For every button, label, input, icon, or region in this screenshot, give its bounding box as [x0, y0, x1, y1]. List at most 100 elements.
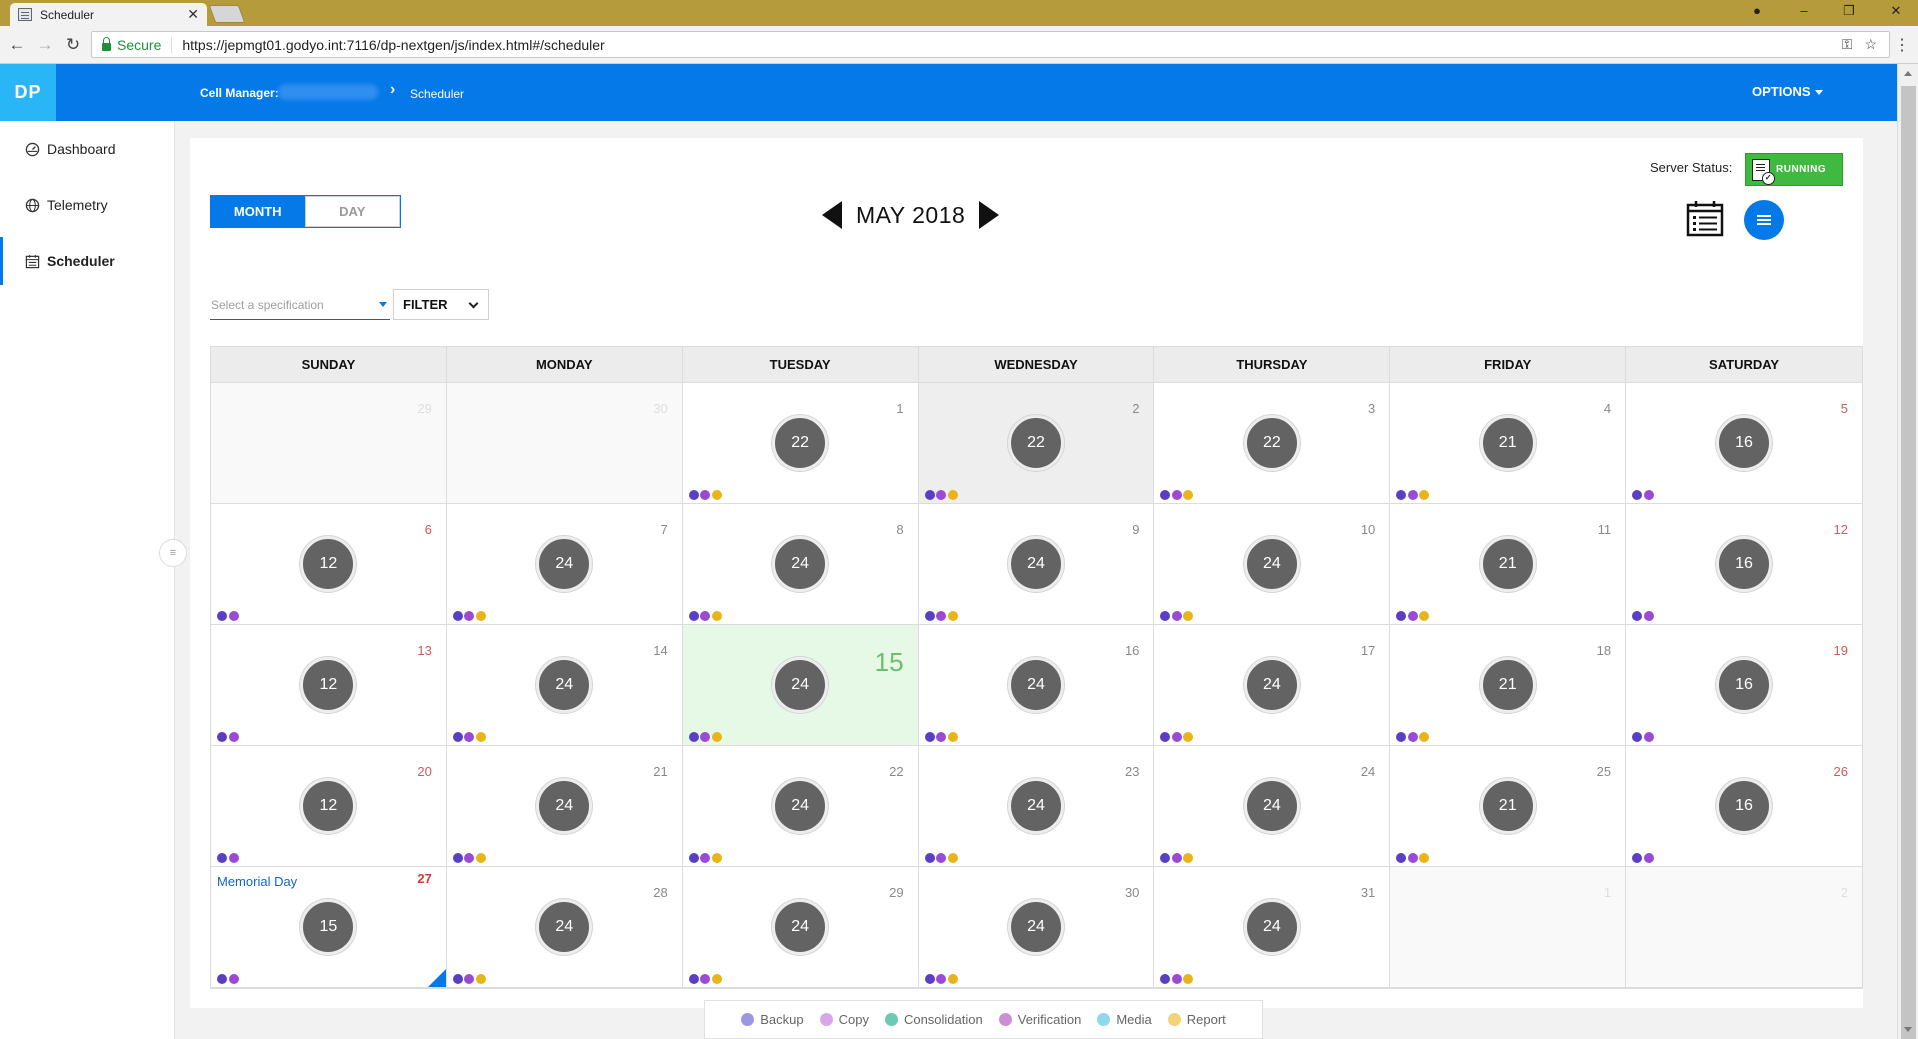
- sidebar-item-telemetry[interactable]: Telemetry: [0, 181, 175, 229]
- sidebar-collapse-handle[interactable]: ≡: [159, 539, 187, 567]
- calendar-day[interactable]: 29 24: [682, 867, 919, 988]
- new-tab-button[interactable]: [208, 5, 246, 23]
- close-window-icon[interactable]: ✕: [1885, 3, 1907, 19]
- job-count-badge[interactable]: 21: [1479, 415, 1536, 471]
- profile-icon[interactable]: ●: [1746, 3, 1768, 18]
- job-count-badge[interactable]: 12: [300, 778, 357, 834]
- calendar-day[interactable]: 30 24: [918, 867, 1155, 988]
- options-menu[interactable]: OPTIONS: [1752, 84, 1823, 99]
- minimize-icon[interactable]: –: [1793, 3, 1815, 18]
- job-count-badge[interactable]: 12: [300, 536, 357, 592]
- calendar-day[interactable]: 7 24: [446, 504, 683, 625]
- scroll-down-icon[interactable]: [1904, 1027, 1912, 1032]
- job-count-badge[interactable]: 24: [536, 899, 593, 955]
- calendar-day-today[interactable]: 15 24: [682, 625, 919, 746]
- filter-button[interactable]: FILTER: [393, 289, 489, 320]
- calendar-day[interactable]: 6 12: [211, 504, 447, 625]
- job-count-badge[interactable]: 22: [1007, 415, 1064, 471]
- calendar-day[interactable]: 31 24: [1154, 867, 1391, 988]
- calendar-day[interactable]: 27 Memorial Day 15: [211, 867, 447, 988]
- reload-icon[interactable]: ↻: [63, 35, 83, 55]
- job-count-badge[interactable]: 24: [536, 778, 593, 834]
- calendar-day[interactable]: 28 24: [446, 867, 683, 988]
- calendar-day[interactable]: 3 22: [1154, 383, 1391, 504]
- job-count-badge[interactable]: 24: [1007, 657, 1064, 713]
- job-count-badge[interactable]: 16: [1716, 415, 1773, 471]
- calendar-day[interactable]: 26 16: [1626, 746, 1862, 867]
- job-count-badge[interactable]: 24: [536, 657, 593, 713]
- job-count-badge[interactable]: 24: [1243, 536, 1300, 592]
- calendar-day[interactable]: 9 24: [918, 504, 1155, 625]
- address-bar[interactable]: Secure https://jepmgt01.godyo.int:7116/d…: [91, 31, 1890, 58]
- job-count-badge[interactable]: 24: [1243, 657, 1300, 713]
- job-count-badge[interactable]: 15: [300, 899, 357, 955]
- calendar-day[interactable]: 10 24: [1154, 504, 1391, 625]
- job-count-badge[interactable]: 24: [772, 536, 829, 592]
- server-status-badge[interactable]: RUNNING: [1745, 153, 1843, 186]
- key-icon[interactable]: ⚿: [1842, 36, 1853, 53]
- job-count-badge[interactable]: 24: [1007, 778, 1064, 834]
- sidebar-item-dashboard[interactable]: Dashboard: [0, 125, 175, 173]
- calendar-day[interactable]: 2 22: [918, 383, 1155, 504]
- next-month-icon[interactable]: [979, 201, 1000, 229]
- legend-item[interactable]: Consolidation: [884, 1012, 983, 1027]
- calendar-day[interactable]: 16 24: [918, 625, 1155, 746]
- specification-select[interactable]: Select a specification: [210, 290, 390, 320]
- job-count-badge[interactable]: 24: [1007, 536, 1064, 592]
- job-count-badge[interactable]: 24: [772, 778, 829, 834]
- menu-fab-button[interactable]: [1744, 200, 1784, 240]
- previous-month-icon[interactable]: [822, 201, 842, 229]
- scroll-thumb[interactable]: [1901, 86, 1916, 1039]
- job-count-badge[interactable]: 24: [772, 657, 829, 713]
- calendar-day[interactable]: 12 16: [1626, 504, 1862, 625]
- url-text[interactable]: https://jepmgt01.godyo.int:7116/dp-nextg…: [182, 37, 1841, 53]
- browser-menu-icon[interactable]: ⋮: [1894, 35, 1910, 55]
- back-icon[interactable]: ←: [7, 35, 27, 55]
- bookmark-star-icon[interactable]: ☆: [1864, 36, 1877, 53]
- breadcrumb-cell-manager-name[interactable]: [278, 84, 378, 100]
- browser-tab[interactable]: Scheduler ✕: [10, 3, 207, 26]
- job-count-badge[interactable]: 16: [1716, 536, 1773, 592]
- calendar-day[interactable]: 20 12: [211, 746, 447, 867]
- calendar-day[interactable]: 1 22: [682, 383, 919, 504]
- calendar-day[interactable]: 17 24: [1154, 625, 1391, 746]
- job-count-badge[interactable]: 22: [1243, 415, 1300, 471]
- legend-item[interactable]: Backup: [741, 1012, 804, 1027]
- calendar-day[interactable]: 25 21: [1390, 746, 1627, 867]
- scroll-up-icon[interactable]: [1904, 71, 1912, 76]
- calendar-day[interactable]: 5 16: [1626, 383, 1862, 504]
- close-tab-icon[interactable]: ✕: [187, 6, 199, 23]
- app-logo[interactable]: DP: [0, 64, 56, 121]
- legend-item[interactable]: Verification: [998, 1012, 1081, 1027]
- legend-item[interactable]: Copy: [819, 1012, 869, 1027]
- forward-icon[interactable]: →: [35, 35, 55, 55]
- job-count-badge[interactable]: 24: [536, 536, 593, 592]
- calendar-day[interactable]: 8 24: [682, 504, 919, 625]
- calendar-day[interactable]: 4 21: [1390, 383, 1627, 504]
- restore-icon[interactable]: ❐: [1838, 3, 1860, 19]
- calendar-day[interactable]: 22 24: [682, 746, 919, 867]
- job-count-badge[interactable]: 24: [772, 899, 829, 955]
- job-count-badge[interactable]: 24: [1243, 899, 1300, 955]
- calendar-day[interactable]: 14 24: [446, 625, 683, 746]
- job-count-badge[interactable]: 24: [1243, 778, 1300, 834]
- page-scrollbar[interactable]: [1897, 64, 1918, 1039]
- job-count-badge[interactable]: 21: [1479, 778, 1536, 834]
- job-count-badge[interactable]: 16: [1716, 657, 1773, 713]
- legend-item[interactable]: Media: [1097, 1012, 1152, 1027]
- sidebar-item-scheduler[interactable]: Scheduler: [0, 237, 175, 285]
- job-count-badge[interactable]: 16: [1716, 778, 1773, 834]
- job-count-badge[interactable]: 24: [1007, 899, 1064, 955]
- job-count-badge[interactable]: 21: [1479, 657, 1536, 713]
- calendar-day[interactable]: 23 24: [918, 746, 1155, 867]
- calendar-day[interactable]: 11 21: [1390, 504, 1627, 625]
- calendar-day[interactable]: 24 24: [1154, 746, 1391, 867]
- job-count-badge[interactable]: 21: [1479, 536, 1536, 592]
- job-count-badge[interactable]: 22: [772, 415, 829, 471]
- month-view-button[interactable]: MONTH: [211, 196, 305, 227]
- calendar-day[interactable]: 13 12: [211, 625, 447, 746]
- calendar-list-view-button[interactable]: [1686, 200, 1724, 238]
- calendar-day[interactable]: 21 24: [446, 746, 683, 867]
- day-view-button[interactable]: DAY: [304, 196, 400, 227]
- legend-item[interactable]: Report: [1167, 1012, 1226, 1027]
